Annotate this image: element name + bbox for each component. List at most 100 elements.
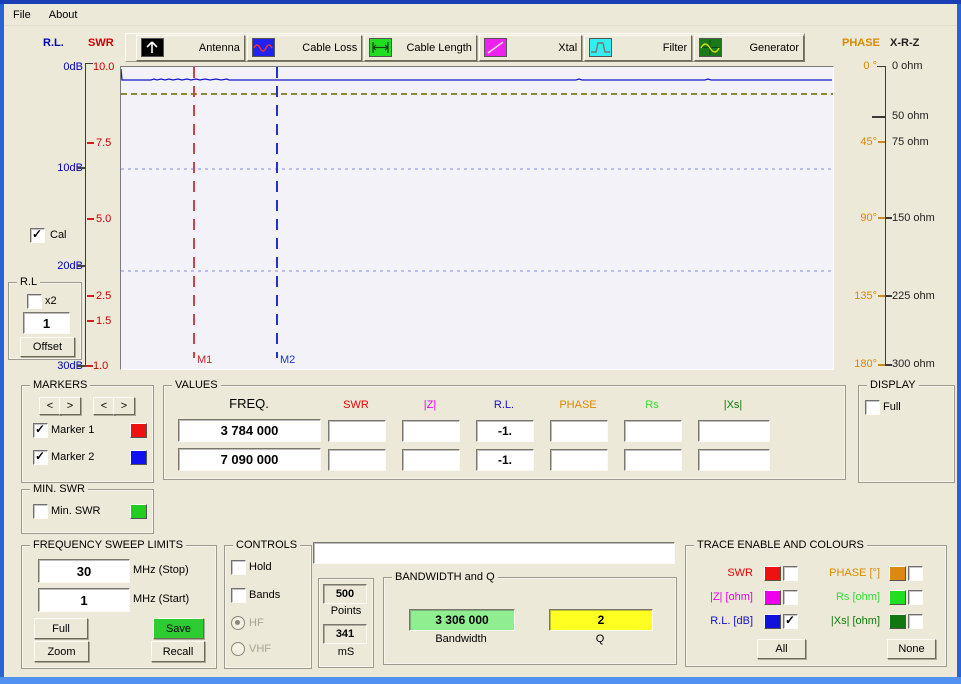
vhf-label: VHF — [249, 643, 271, 655]
cal-checkbox[interactable] — [30, 228, 45, 243]
toolbar-label: Xtal — [558, 42, 577, 54]
phase-trace-checkbox[interactable] — [908, 566, 923, 581]
rs1-value — [624, 420, 682, 442]
swr-trace-label: SWR — [686, 567, 753, 579]
all-traces-button[interactable]: All — [757, 639, 806, 659]
bandwidth-group-title: BANDWIDTH and Q — [392, 571, 498, 583]
no-traces-button[interactable]: None — [887, 639, 936, 659]
antenna-icon — [141, 38, 164, 57]
values-group-title: VALUES — [172, 379, 221, 391]
q-value: 2 — [549, 609, 653, 631]
swr1-value — [328, 420, 386, 442]
swr-header: SWR — [328, 399, 384, 411]
full-display-label: Full — [883, 401, 901, 413]
marker2-label: Marker 2 — [51, 451, 94, 463]
freq1-input[interactable]: 3 784 000 — [178, 419, 321, 442]
save-button[interactable]: Save — [153, 618, 204, 639]
q-label: Q — [549, 633, 651, 645]
chart-plot: M1 M2 — [121, 67, 833, 369]
min-swr-checkbox[interactable] — [33, 504, 48, 519]
marker1-checkbox[interactable] — [33, 423, 48, 438]
rl2-value: -1. — [476, 449, 534, 471]
xrz-axis-title: X-R-Z — [890, 37, 919, 49]
right-axis-line — [885, 66, 886, 366]
timing-panel: 500 Points 341 mS — [318, 578, 374, 668]
marker1-label: Marker 1 — [51, 424, 94, 436]
axis-tick — [77, 265, 85, 267]
marker2-color-swatch[interactable] — [130, 450, 147, 465]
zoom-button[interactable]: Zoom — [34, 641, 89, 662]
ms-value: 341 — [323, 624, 367, 644]
bands-checkbox[interactable] — [231, 588, 246, 603]
rl-offset-group-title: R.L — [17, 276, 40, 288]
cable-loss-mode-button[interactable]: Cable Loss — [247, 35, 362, 61]
menu-about[interactable]: About — [40, 7, 87, 23]
ohm-tick-label: 300 ohm — [892, 358, 935, 370]
marker2-checkbox[interactable] — [33, 450, 48, 465]
phase1-value — [550, 420, 608, 442]
sweep-chart[interactable]: M1 M2 — [120, 66, 834, 370]
antenna-mode-button[interactable]: Antenna — [136, 35, 245, 61]
swr-tick-label: 10.0 — [93, 61, 114, 73]
full-display-checkbox[interactable] — [865, 400, 880, 415]
rl-axis-title: R.L. — [43, 37, 64, 49]
bandwidth-group: BANDWIDTH and Q 3 306 000 Bandwidth 2 Q — [383, 577, 677, 665]
phase-header: PHASE — [550, 399, 606, 411]
axis-tick — [77, 365, 85, 367]
x2-label: x2 — [45, 295, 57, 307]
trace-enable-group-title: TRACE ENABLE AND COLOURS — [694, 539, 867, 551]
marker1-prev-button[interactable]: < — [39, 397, 61, 415]
freq2-input[interactable]: 7 090 000 — [178, 448, 321, 471]
vhf-radio[interactable] — [231, 642, 245, 656]
xs2-value — [698, 449, 770, 471]
menu-file[interactable]: File — [4, 7, 40, 23]
xs-trace-checkbox[interactable] — [908, 614, 923, 629]
xtal-mode-button[interactable]: Xtal — [479, 35, 582, 61]
cable-loss-icon — [252, 38, 275, 57]
hold-checkbox[interactable] — [231, 560, 246, 575]
left-axis-line — [85, 63, 86, 366]
mode-toolbar: Antenna Cable Loss Cable Length Xtal Fil… — [125, 33, 805, 62]
start-frequency-label: MHz (Start) — [133, 593, 189, 605]
phase-trace-swatch[interactable] — [889, 566, 906, 581]
markers-group-title: MARKERS — [30, 379, 90, 391]
status-textbox[interactable] — [313, 542, 675, 564]
cable-length-mode-button[interactable]: Cable Length — [364, 35, 477, 61]
filter-icon — [589, 38, 612, 57]
rl-offset-input[interactable]: 1 — [23, 312, 70, 334]
rl-tick-label: 0dB — [45, 61, 83, 73]
swr2-value — [328, 449, 386, 471]
axis-tick — [87, 320, 94, 322]
axis-tick — [886, 217, 892, 219]
min-swr-color-swatch[interactable] — [130, 504, 147, 519]
right-axis-elbow — [877, 66, 886, 67]
x2-checkbox[interactable] — [27, 294, 42, 309]
xs-trace-swatch[interactable] — [889, 614, 906, 629]
axis-tick — [77, 167, 85, 169]
marker1-next-button[interactable]: > — [59, 397, 81, 415]
filter-mode-button[interactable]: Filter — [584, 35, 692, 61]
bandwidth-value: 3 306 000 — [409, 609, 515, 631]
generator-mode-button[interactable]: Generator — [694, 35, 804, 61]
rl-trace-swatch[interactable] — [764, 614, 781, 629]
phase-tick-label: 135° — [845, 290, 877, 302]
start-frequency-input[interactable]: 1 — [38, 588, 130, 612]
marker1-color-swatch[interactable] — [130, 423, 147, 438]
rs-trace-checkbox[interactable] — [908, 590, 923, 605]
swr-trace-swatch[interactable] — [764, 566, 781, 581]
z-trace-swatch[interactable] — [764, 590, 781, 605]
rs-trace-swatch[interactable] — [889, 590, 906, 605]
offset-button[interactable]: Offset — [20, 337, 75, 357]
full-sweep-button[interactable]: Full — [34, 618, 88, 639]
phase-tick-label: 45° — [845, 136, 877, 148]
marker2-prev-button[interactable]: < — [93, 397, 115, 415]
marker2-next-button[interactable]: > — [113, 397, 135, 415]
stop-frequency-input[interactable]: 30 — [38, 559, 130, 583]
rl1-value: -1. — [476, 420, 534, 442]
recall-button[interactable]: Recall — [151, 641, 205, 662]
hf-radio[interactable] — [231, 616, 245, 630]
swr-tick-label: 1.5 — [96, 315, 111, 327]
phase-tick-label: 180° — [845, 358, 877, 370]
axis-tick — [87, 142, 94, 144]
toolbar-label: Cable Length — [406, 42, 471, 54]
